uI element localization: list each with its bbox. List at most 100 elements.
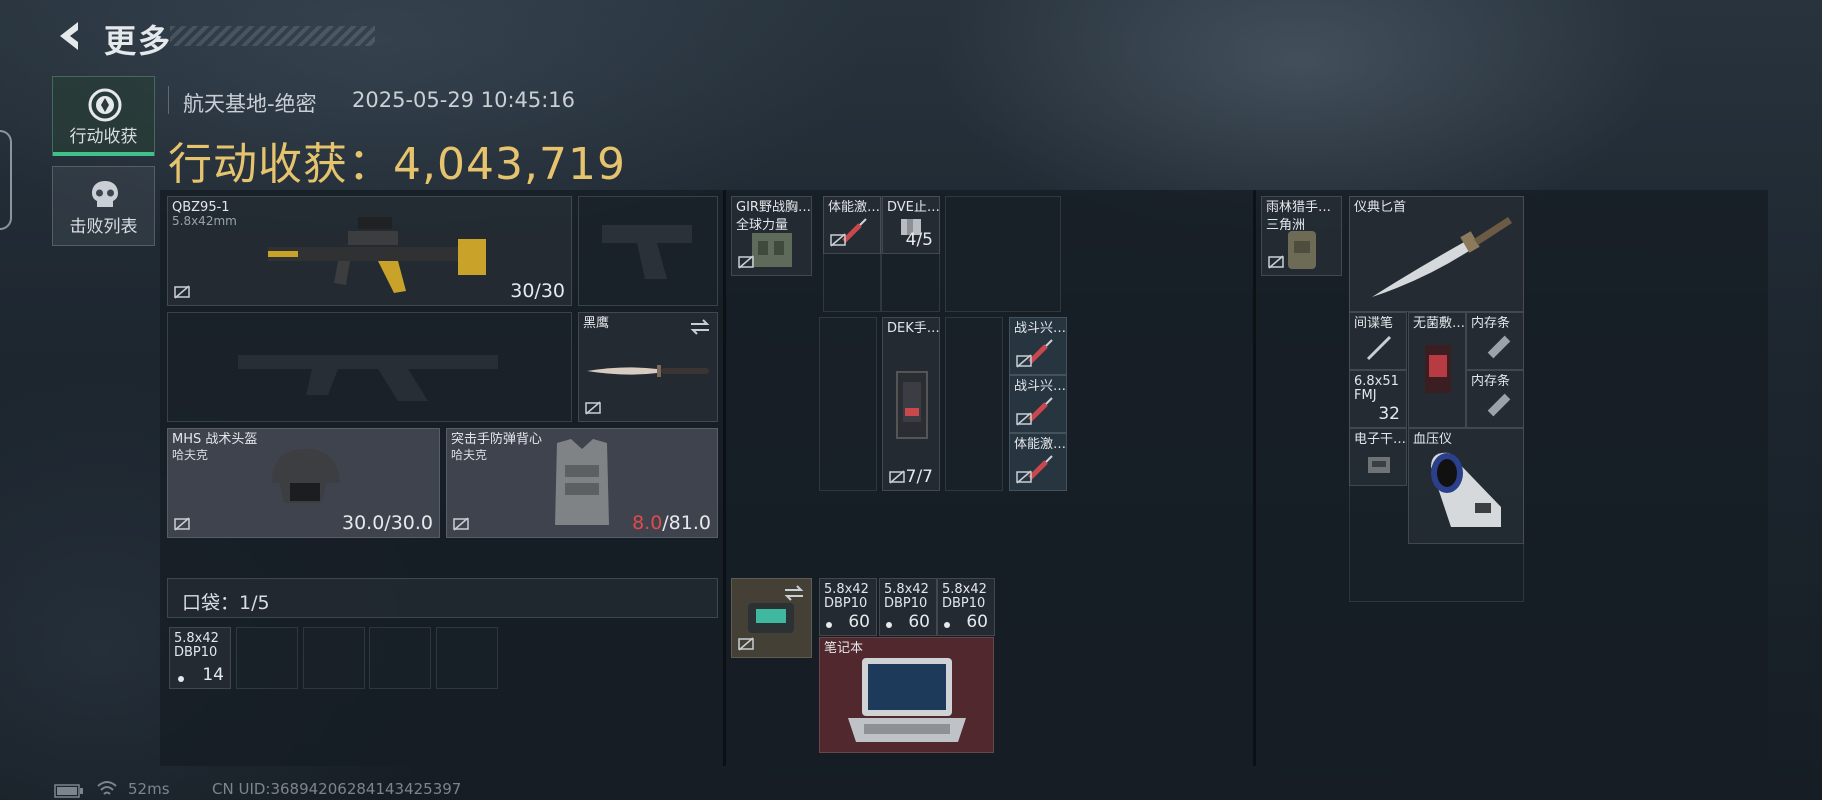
no-trade-icon xyxy=(1016,412,1032,426)
tab-loot[interactable]: 行动收获 xyxy=(52,76,155,156)
item-name: DEK手… xyxy=(887,321,940,336)
armor-slot[interactable]: 突击手防弹背心 哈夫克 8.0/81.0 xyxy=(446,428,718,538)
backpack-item-laptop[interactable]: 笔记本 xyxy=(819,637,994,753)
pistol-silhouette-icon xyxy=(602,225,692,279)
ammo-count: 14 xyxy=(202,665,224,685)
pocket-item-ammo[interactable]: 5.8x42 DBP10 14 xyxy=(169,627,231,689)
ping-text: 52ms xyxy=(128,780,170,798)
rig-grid-cell[interactable] xyxy=(945,196,1061,312)
rig-item-stim[interactable]: 体能激… xyxy=(823,196,881,254)
rig-item-stim[interactable]: 体能激… xyxy=(1009,433,1067,491)
jammer-icon xyxy=(1368,457,1390,473)
ammo-type: DBP10 xyxy=(824,596,868,611)
bag-item-ram-stick[interactable]: 内存条 xyxy=(1466,370,1524,428)
rig-item-dek[interactable]: DEK手… 7/7 xyxy=(882,317,940,491)
pocket-slot-empty[interactable] xyxy=(369,627,431,689)
chest-rig-slot[interactable]: GIR野战胸… 全球力量 xyxy=(731,196,812,276)
skull-icon xyxy=(92,181,118,207)
tab-defeated-label: 击败列表 xyxy=(69,217,138,237)
pocket-slot-empty[interactable] xyxy=(303,627,365,689)
no-trade-icon xyxy=(889,470,905,484)
no-trade-icon xyxy=(453,517,469,531)
loot-icon xyxy=(88,88,122,122)
ammo-name: 5.8x42 xyxy=(824,582,869,597)
backpack-item-ammo[interactable]: 5.8x42 DBP10 60 xyxy=(879,578,937,636)
back-arrow-icon[interactable] xyxy=(54,18,84,54)
rifle-silhouette-icon xyxy=(238,355,498,401)
section-divider xyxy=(1253,190,1256,766)
item-name: 无菌敷… xyxy=(1413,316,1466,331)
bag-item-ceremonial-dagger[interactable]: 仪典匕首 xyxy=(1349,196,1524,312)
ammo-dot-icon xyxy=(944,622,950,628)
item-name: 战斗兴… xyxy=(1014,321,1067,336)
ammo-type: DBP10 xyxy=(174,645,218,660)
blood-pressure-monitor-icon xyxy=(1431,452,1501,527)
backpack-item-ammo[interactable]: 5.8x42 DBP10 60 xyxy=(937,578,995,636)
rig-item-combat-stim[interactable]: 战斗兴… xyxy=(1009,375,1067,433)
armor-brand: 哈夫克 xyxy=(451,448,488,462)
bag-item-blood-pressure-monitor[interactable]: 血压仪 xyxy=(1408,428,1524,544)
map-location: 航天基地-绝密 xyxy=(183,92,317,116)
info-divider xyxy=(168,86,169,114)
item-name: 体能激… xyxy=(1014,437,1067,452)
pocket-slot-empty[interactable] xyxy=(236,627,298,689)
ammo-name: 5.8x42 xyxy=(174,631,219,646)
vest-icon xyxy=(555,439,609,525)
ammo-name: 5.8x42 xyxy=(942,582,987,597)
backpack-slot[interactable] xyxy=(731,578,812,658)
armor-durability-max: /81.0 xyxy=(662,512,711,534)
no-trade-icon xyxy=(1016,470,1032,484)
backpack-icon xyxy=(748,603,794,633)
no-trade-icon xyxy=(1268,255,1284,269)
rig-grid-cell[interactable] xyxy=(819,317,877,491)
armor-durability-current: 8.0 xyxy=(632,512,663,534)
ram-stick-icon xyxy=(1487,335,1511,359)
ammo-count: 60 xyxy=(908,612,930,632)
ammo-dot-icon xyxy=(826,622,832,628)
tab-loot-label: 行动收获 xyxy=(69,127,138,147)
sidearm-slot[interactable] xyxy=(578,196,718,306)
pocket-slot-empty[interactable] xyxy=(436,627,498,689)
ammo-type: DBP10 xyxy=(942,596,986,611)
wifi-icon xyxy=(97,781,117,795)
rig-item-medkit[interactable]: DVE止… 4/5 xyxy=(882,196,940,254)
secondary-weapon-slot[interactable] xyxy=(167,312,572,422)
ammo-dot-icon xyxy=(886,622,892,628)
ammo-count: 60 xyxy=(966,612,988,632)
haul-value-display: 行动收获：4,043,719 xyxy=(168,128,626,192)
sling-bag-icon xyxy=(1288,231,1316,269)
helmet-slot[interactable]: MHS 战术头盔 哈夫克 30.0/30.0 xyxy=(167,428,440,538)
bag-item-sterile-dressing[interactable]: 无菌敷… xyxy=(1408,312,1466,428)
item-name: 体能激… xyxy=(828,200,881,215)
no-trade-icon xyxy=(830,233,846,247)
page-title: 更多 xyxy=(104,22,173,60)
haul-value: 4,043,719 xyxy=(393,139,626,190)
tab-defeated-list[interactable]: 击败列表 xyxy=(52,166,155,246)
pen-icon xyxy=(1366,335,1392,361)
item-name: DVE止… xyxy=(887,200,940,215)
bag-slot[interactable]: 雨林猎手… 三角洲 xyxy=(1261,196,1342,276)
bag-item-ammo[interactable]: 6.8x51 FMJ 32 xyxy=(1349,370,1407,428)
item-name: 内存条 xyxy=(1471,316,1511,331)
weapon-caliber: 5.8x42mm xyxy=(172,214,237,228)
swap-icon[interactable] xyxy=(689,319,711,335)
backpack-item-ammo[interactable]: 5.8x42 DBP10 60 xyxy=(819,578,877,636)
side-tab-edge[interactable] xyxy=(0,130,12,230)
pocket-label: 口袋：1/5 xyxy=(182,592,270,614)
bag-item-ram-stick[interactable]: 内存条 xyxy=(1466,312,1524,370)
rig-item-combat-stim[interactable]: 战斗兴… xyxy=(1009,317,1067,375)
battery-icon xyxy=(54,784,83,798)
bag-item-spy-pen[interactable]: 间谍笔 xyxy=(1349,312,1407,370)
rig-grid-cell[interactable] xyxy=(945,317,1003,491)
primary-weapon-slot[interactable]: QBZ95-1 5.8x42mm 30/30 xyxy=(167,196,572,306)
item-name: 间谍笔 xyxy=(1354,316,1394,331)
helmet-durability: 30.0/30.0 xyxy=(341,512,433,534)
melee-slot[interactable]: 黑鹰 xyxy=(578,312,718,422)
armor-name: 突击手防弹背心 xyxy=(451,432,543,447)
item-name: 电子干… xyxy=(1354,432,1407,447)
weapon-ammo: 30/30 xyxy=(510,280,565,302)
laptop-icon xyxy=(848,658,966,742)
ammo-count: 32 xyxy=(1378,404,1400,424)
bag-item-jammer[interactable]: 电子干… xyxy=(1349,428,1407,486)
item-count: 4/5 xyxy=(905,230,933,250)
